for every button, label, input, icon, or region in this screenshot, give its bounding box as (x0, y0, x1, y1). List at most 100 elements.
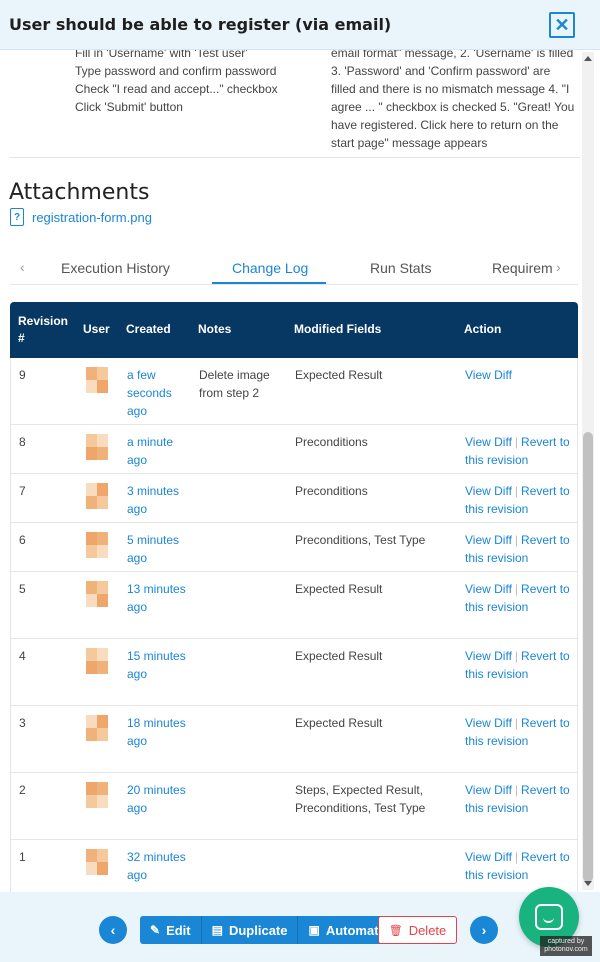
duplicate-button[interactable]: ▤ Duplicate (201, 916, 299, 944)
chevron-left-icon: ‹ (110, 922, 116, 938)
user-avatar (86, 532, 108, 558)
modal-content: Fill in 'Username' with 'Test user' Type… (0, 50, 582, 892)
table-row: 7 3 minutes ago Preconditions View Diff | Rev… (10, 474, 578, 523)
row-actions: View Diff | Revert to this revision (465, 714, 575, 750)
created-time-link[interactable]: a few seconds ago (127, 366, 187, 420)
modified-fields: Preconditions (295, 484, 368, 498)
created-time-link[interactable]: 20 minutes ago (127, 781, 187, 817)
view-diff-link[interactable]: View Diff (465, 649, 512, 663)
avatar (86, 849, 108, 875)
action-separator: | (514, 783, 519, 797)
modified-fields: Expected Result (295, 649, 383, 663)
table-body: 9 a few seconds ago Delete image from step… (10, 358, 578, 892)
attachment-link[interactable]: ? registration-form.png (10, 208, 152, 226)
avatar (86, 581, 108, 607)
action-separator: | (514, 716, 519, 730)
avatar (86, 648, 108, 674)
modified-fields: Preconditions, Test Type (295, 533, 426, 547)
chat-icon (535, 904, 563, 930)
edit-label: Edit (166, 922, 191, 938)
created-time-link[interactable]: 18 minutes ago (127, 714, 187, 750)
avatar (86, 532, 108, 558)
modal-title: User should be able to register (via ema… (9, 15, 392, 34)
created-time-link[interactable]: 3 minutes ago (127, 482, 187, 518)
view-diff-link[interactable]: View Diff (465, 716, 512, 730)
revision-number: 6 (19, 533, 26, 547)
row-actions: View Diff | Revert to this revision (465, 781, 575, 817)
table-row: 8 a minute ago Preconditions View Diff | Reve… (10, 425, 578, 474)
header-created: Created (126, 322, 171, 336)
delete-label: Delete (408, 922, 447, 938)
user-avatar (86, 849, 108, 875)
table-row: 3 18 minutes ago Expected Result View Diff |… (10, 706, 578, 773)
tab-scroll-left-icon[interactable]: ‹ (20, 259, 25, 275)
next-button[interactable]: › (470, 916, 498, 944)
revision-number: 1 (19, 850, 26, 864)
user-avatar (86, 715, 108, 741)
table-row: 9 a few seconds ago Delete image from step… (10, 358, 578, 425)
row-actions: View Diff (465, 366, 575, 384)
active-tab-indicator (212, 282, 326, 284)
test-steps: Fill in 'Username' with 'Test user' Type… (9, 50, 580, 158)
action-separator: | (514, 435, 519, 449)
trash-icon: 🗑 (388, 924, 403, 937)
action-button-group: ✎ Edit ▤ Duplicate ▣ Automate (140, 916, 396, 944)
scroll-down-icon[interactable] (584, 881, 592, 886)
view-diff-link[interactable]: View Diff (465, 368, 512, 382)
view-diff-link[interactable]: View Diff (465, 582, 512, 596)
modified-fields: Preconditions (295, 435, 368, 449)
header-notes: Notes (198, 322, 232, 336)
view-diff-link[interactable]: View Diff (465, 484, 512, 498)
created-time-link[interactable]: 5 minutes ago (127, 531, 187, 567)
user-avatar (86, 367, 108, 393)
view-diff-link[interactable]: View Diff (465, 783, 512, 797)
table-row: 5 13 minutes ago Expected Result View Diff |… (10, 572, 578, 639)
table-row: 4 15 minutes ago Expected Result View Diff |… (10, 639, 578, 706)
close-button[interactable]: ✕ (549, 12, 575, 38)
tab-change-log[interactable]: Change Log (232, 260, 308, 276)
revision-number: 9 (19, 368, 26, 382)
chevron-right-icon: › (481, 922, 487, 938)
row-actions: View Diff | Revert to this revision (465, 848, 575, 884)
tab-scroll-right-icon[interactable]: › (556, 259, 561, 275)
table-row: 1 32 minutes ago View Diff | Revert to this … (10, 840, 578, 892)
scrollbar[interactable] (582, 52, 594, 890)
previous-button[interactable]: ‹ (99, 916, 127, 944)
created-time-link[interactable]: 13 minutes ago (127, 580, 187, 616)
row-actions: View Diff | Revert to this revision (465, 531, 575, 567)
table-header: Revision # User Created Notes Modified F… (10, 302, 578, 358)
action-separator: | (514, 582, 519, 596)
revision-number: 5 (19, 582, 26, 596)
revision-notes: Delete image from step 2 (199, 368, 270, 400)
modified-fields: Expected Result (295, 716, 383, 730)
tab-requirements[interactable]: Requirem (492, 260, 552, 276)
step-expected-results: email format" message, 2. 'Username' is … (331, 50, 575, 150)
table-row: 2 20 minutes ago Steps, Expected Result, P… (10, 773, 578, 840)
user-avatar (86, 581, 108, 607)
edit-button[interactable]: ✎ Edit (140, 916, 202, 944)
delete-button[interactable]: 🗑 Delete (378, 916, 457, 944)
created-time-link[interactable]: 32 minutes ago (127, 848, 187, 884)
step-actions: Fill in 'Username' with 'Test user' Type… (75, 50, 278, 114)
created-time-link[interactable]: a minute ago (127, 433, 187, 469)
view-diff-link[interactable]: View Diff (465, 533, 512, 547)
user-avatar (86, 434, 108, 460)
scroll-thumb[interactable] (583, 432, 593, 882)
tab-execution-history[interactable]: Execution History (61, 260, 170, 276)
attachment-file-name[interactable]: registration-form.png (32, 210, 152, 225)
revision-number: 7 (19, 484, 26, 498)
modified-fields: Expected Result (295, 582, 383, 596)
action-separator: | (514, 533, 519, 547)
view-diff-link[interactable]: View Diff (465, 850, 512, 864)
scroll-up-icon[interactable] (584, 56, 592, 61)
action-separator: | (514, 484, 519, 498)
user-avatar (86, 648, 108, 674)
modified-fields: Steps, Expected Result, Preconditions, T… (295, 783, 426, 815)
close-icon: ✕ (554, 15, 570, 35)
revision-number: 3 (19, 716, 26, 730)
avatar (86, 367, 108, 393)
change-log-table: Revision # User Created Notes Modified F… (10, 302, 578, 892)
tab-run-stats[interactable]: Run Stats (370, 260, 431, 276)
view-diff-link[interactable]: View Diff (465, 435, 512, 449)
created-time-link[interactable]: 15 minutes ago (127, 647, 187, 683)
